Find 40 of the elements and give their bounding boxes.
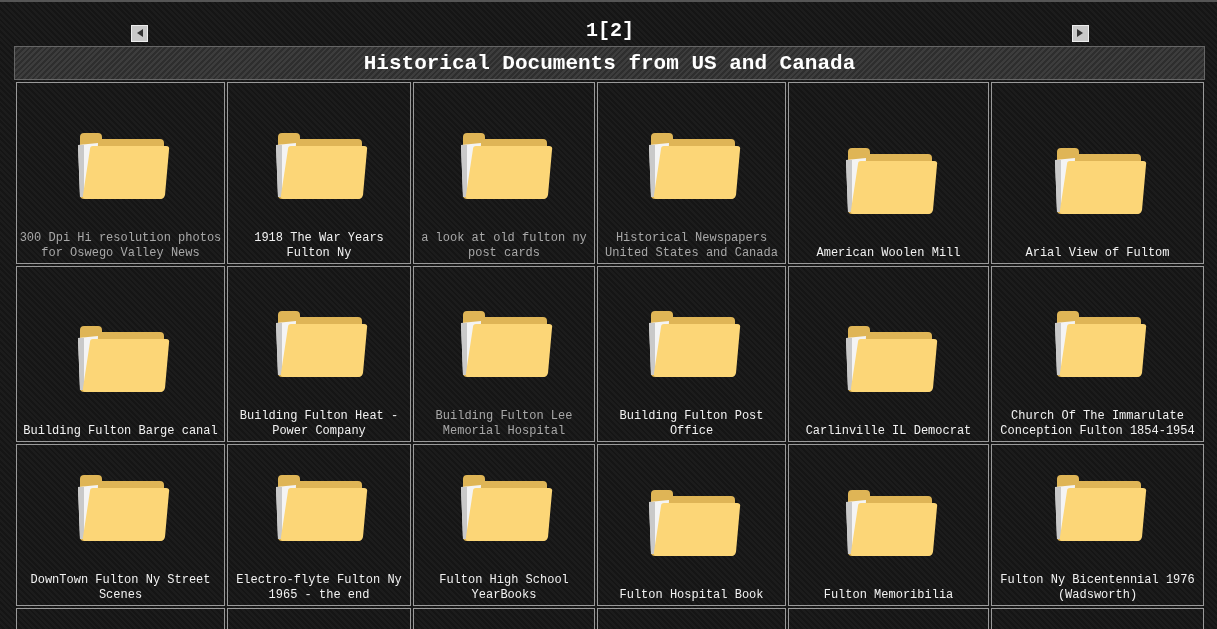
- folder-tile[interactable]: Church Of The Immarulate Conception Fulton 1854-1954: [991, 266, 1204, 442]
- folder-label: Building Fulton Heat - Power Company: [238, 409, 400, 439]
- folder-label: Electro-flyte Fulton Ny 1965 - the end: [235, 573, 403, 603]
- folder-tile[interactable]: Arial View of Fultom: [991, 82, 1204, 264]
- folder-tile[interactable]: Building Fulton Heat - Power Company: [227, 266, 411, 442]
- folder-label: Church Of The Immarulate Conception Fulton 1854-1954: [999, 409, 1196, 439]
- folder-tile[interactable]: Electro-flyte Fulton Ny 1965 - the end: [227, 444, 411, 606]
- folder-label: Historical Newspapers United States and Canada: [604, 231, 779, 261]
- folder-label: Arial View of Fultom: [1025, 246, 1170, 261]
- folder-tile[interactable]: Fulton High School YearBooks: [413, 444, 595, 606]
- folder-tile[interactable]: Building Fulton Barge canal: [16, 266, 225, 442]
- folder-label: 300 Dpi Hi resolution photos for Oswego Valley News: [19, 231, 222, 261]
- page-title: Historical Documents from US and Canada: [363, 51, 856, 75]
- folder-tile[interactable]: Fulton Hospital Book: [597, 444, 786, 606]
- folder-tile[interactable]: Fulton Ny Bicentennial 1976 (Wadsworth): [991, 444, 1204, 606]
- folder-label: Carlinville IL Democrat: [805, 424, 972, 439]
- folder-label: a look at old fulton ny post cards: [420, 231, 588, 261]
- folder-label: DownTown Fulton Ny Street Scenes: [29, 573, 212, 603]
- folder-label: Fulton High School YearBooks: [438, 573, 570, 603]
- folder-label: Building Fulton Lee Memorial Hospital: [434, 409, 574, 439]
- folder-tile[interactable]: 300 Dpi Hi resolution photos for Oswego Valley News: [16, 82, 225, 264]
- previous-page-button[interactable]: [131, 24, 148, 42]
- folder-label: Fulton Ny Bicentennial 1976 (Wadsworth): [999, 573, 1196, 603]
- folder-tile[interactable]: a look at old fulton ny post cards: [413, 82, 595, 264]
- folder-tile[interactable]: DownTown Fulton Ny Street Scenes: [16, 444, 225, 606]
- next-page-button[interactable]: [1072, 24, 1089, 42]
- folder-tile[interactable]: American Woolen Mill: [788, 82, 989, 264]
- page-number: 1[2]: [586, 18, 634, 42]
- folder-label: Fulton Hospital Book: [619, 588, 764, 603]
- folder-tile[interactable]: 1918 The War Years Fulton Ny: [227, 82, 411, 264]
- folder-tile[interactable]: Building Fulton Lee Memorial Hospital: [413, 266, 595, 442]
- folder-tile[interactable]: Fulton Memoribilia: [788, 444, 989, 606]
- folder-label: Building Fulton Barge canal: [23, 424, 218, 439]
- folder-label: Fulton Memoribilia: [823, 588, 954, 603]
- folder-tile[interactable]: Historical Newspapers United States and Canada: [597, 82, 786, 264]
- folder-label: Building Fulton Post Office: [618, 409, 765, 439]
- folder-label: American Woolen Mill: [816, 246, 961, 261]
- folder-tile[interactable]: Building Fulton Post Office: [597, 266, 786, 442]
- folder-label: 1918 The War Years Fulton Ny: [253, 231, 385, 261]
- folder-tile[interactable]: Carlinville IL Democrat: [788, 266, 989, 442]
